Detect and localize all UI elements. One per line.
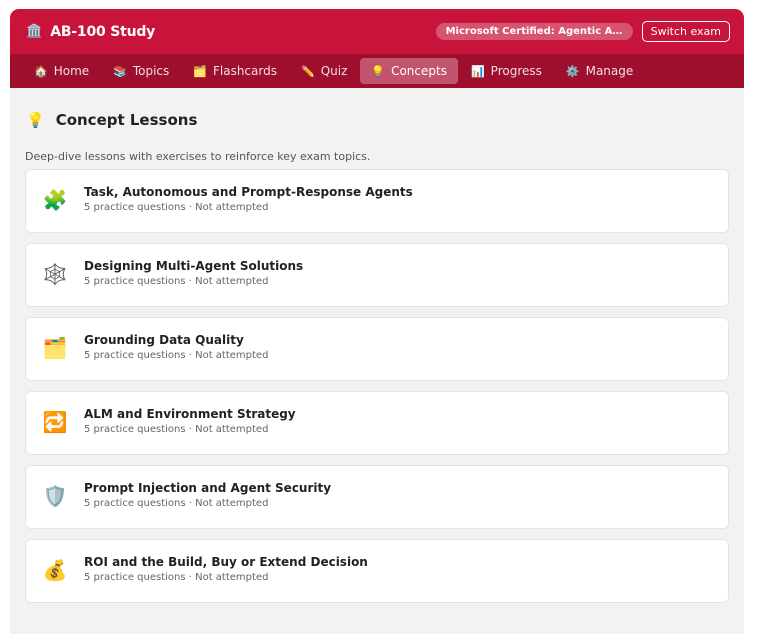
top-bar: 🏛️ AB-100 Study Microsoft Certified: Age… [10,9,744,54]
nav-item-home[interactable]: 🏠 Home [23,58,100,84]
spider-web-icon: 🕸️ [42,262,68,286]
nav-item-label: Concepts [391,64,447,78]
lesson-title: Grounding Data Quality [84,333,244,347]
nav-item-label: Manage [585,64,634,78]
bar-chart-icon: 📊 [470,64,485,78]
card-index-icon: 🗂️ [193,64,207,78]
lesson-card[interactable]: 🧩 Task, Autonomous and Prompt-Response A… [25,169,729,233]
lesson-title: Prompt Injection and Agent Security [84,481,332,495]
nav-item-label: Flashcards [212,64,277,78]
app-title: AB-100 Study [50,23,156,40]
lesson-meta: 5 practice questions · Not attempted [84,350,269,361]
page-title-text: Concept Lessons [55,111,198,129]
page-title: 💡 Concept Lessons [25,88,729,149]
lesson-title: Task, Autonomous and Prompt-Response Age… [84,185,413,199]
lesson-card[interactable]: 💰 ROI and the Build, Buy or Extend Decis… [25,539,729,603]
repeat-arrows-icon: 🔁 [42,410,68,434]
nav-item-label: Topics [132,64,170,78]
lesson-meta: 5 practice questions · Not attempted [84,572,269,583]
lesson-card[interactable]: 🔁 ALM and Environment Strategy 5 practic… [25,391,729,455]
certification-badge: Microsoft Certified: Agentic AI Business… [435,23,633,40]
shield-icon: 🛡️ [42,484,68,508]
lesson-meta: 5 practice questions · Not attempted [84,202,269,213]
switch-exam-button[interactable]: Switch exam [641,21,730,42]
folder-icon: 🗂️ [42,336,68,360]
gear-icon: ⚙️ [565,64,580,78]
lesson-card[interactable]: 🗂️ Grounding Data Quality 5 practice que… [25,317,729,381]
nav-item-label: Quiz [320,64,348,78]
lesson-meta: 5 practice questions · Not attempted [84,276,269,287]
nav-item-concepts[interactable]: 💡 Concepts [360,58,458,84]
nav-item-progress[interactable]: 📊 Progress [460,58,553,84]
lesson-title: ROI and the Build, Buy or Extend Decisio… [84,555,368,569]
lesson-list: 🧩 Task, Autonomous and Prompt-Response A… [25,169,729,603]
lesson-meta: 5 practice questions · Not attempted [84,498,269,509]
books-icon: 📚 [113,64,127,78]
puzzle-piece-icon: 🧩 [42,188,68,212]
nav-bar: 🏠 Home 📚 Topics 🗂️ Flashcards ✏️ Quiz 💡 … [10,54,744,88]
nav-item-manage[interactable]: ⚙️ Manage [555,58,644,84]
main-content: 💡 Concept Lessons Deep-dive lessons with… [10,88,744,603]
bank-building-icon: 🏛️ [26,24,43,39]
money-bag-icon: 💰 [42,558,68,582]
lesson-meta: 5 practice questions · Not attempted [84,424,269,435]
light-bulb-icon: 💡 [26,111,45,129]
nav-item-label: Home [53,64,90,78]
lesson-card[interactable]: 🕸️ Designing Multi-Agent Solutions 5 pra… [25,243,729,307]
nav-item-flashcards[interactable]: 🗂️ Flashcards [182,58,288,84]
light-bulb-icon: 💡 [371,64,386,78]
nav-item-topics[interactable]: 📚 Topics [102,58,180,84]
nav-item-label: Progress [490,64,542,78]
house-icon: 🏠 [34,64,48,78]
pencil-icon: ✏️ [300,64,315,78]
nav-item-quiz[interactable]: ✏️ Quiz [290,58,358,84]
lesson-card[interactable]: 🛡️ Prompt Injection and Agent Security 5… [25,465,729,529]
lesson-title: ALM and Environment Strategy [84,407,296,421]
lesson-title: Designing Multi-Agent Solutions [84,259,304,273]
page-subtitle: Deep-dive lessons with exercises to rein… [25,150,371,163]
app-window: 🏛️ AB-100 Study Microsoft Certified: Age… [10,9,744,634]
brand[interactable]: 🏛️ AB-100 Study [26,24,155,40]
